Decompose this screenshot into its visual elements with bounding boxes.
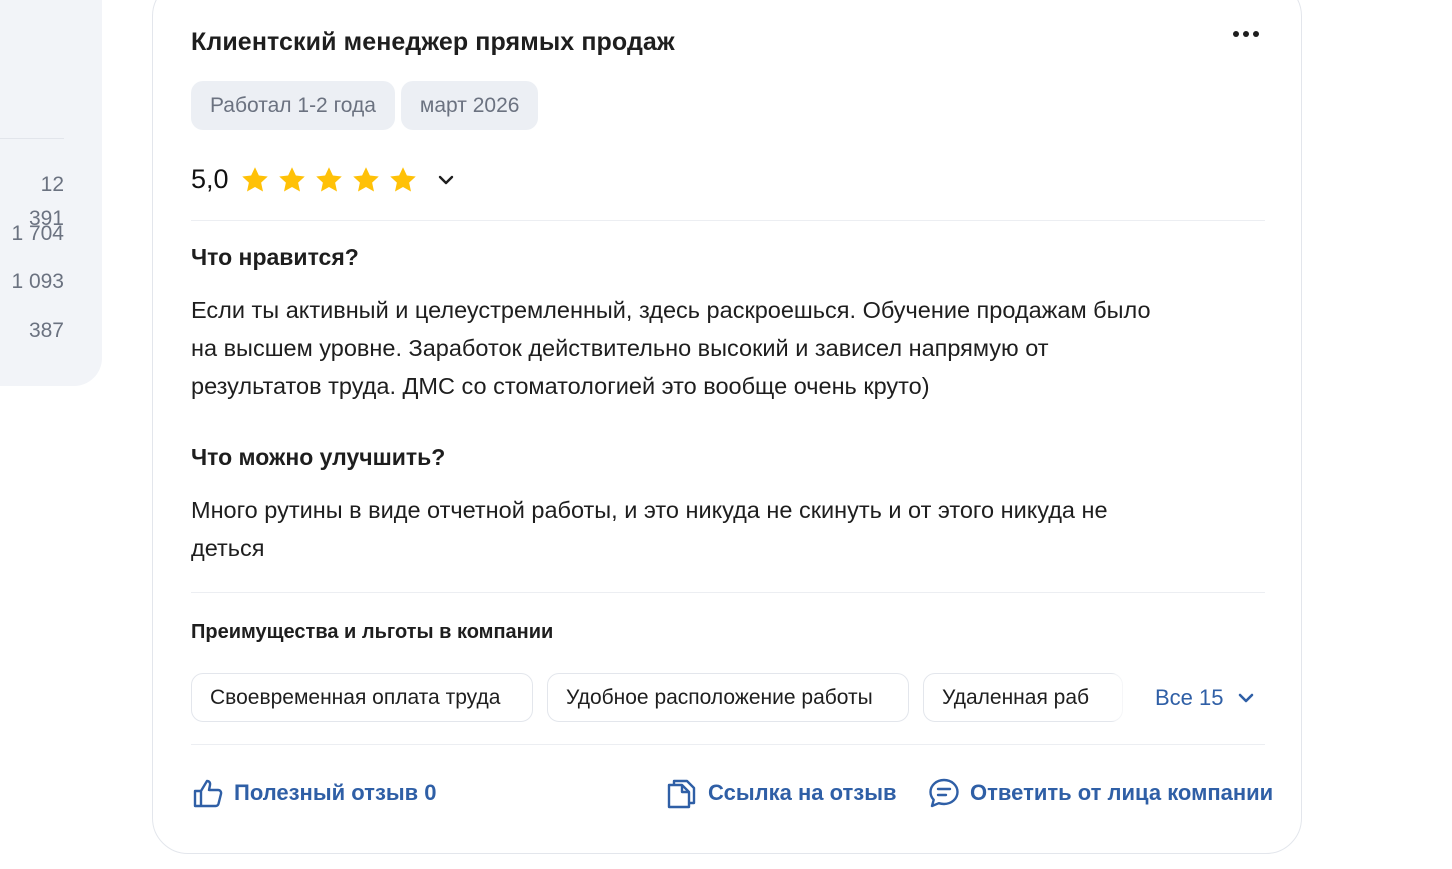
review-tags: Работал 1-2 года март 2026 bbox=[191, 81, 539, 130]
benefits-title: Преимущества и льготы в компании bbox=[191, 621, 554, 643]
review-actions: Полезный отзыв 0 Ссылка на отзыв Ответит… bbox=[191, 773, 1273, 813]
cons-line: Много рутины в виде отчетной работы, и э… bbox=[191, 497, 1108, 523]
rating-stars bbox=[240, 165, 418, 195]
cons-heading: Что можно улучшить? bbox=[191, 444, 446, 470]
rating-value: 5,0 bbox=[191, 164, 229, 194]
star-icon bbox=[389, 166, 416, 191]
divider bbox=[191, 220, 1265, 221]
benefit-chip: Своевременная оплата труда bbox=[191, 673, 533, 722]
chat-bubble-icon bbox=[929, 778, 959, 808]
cons-line: деться bbox=[191, 535, 265, 561]
sidebar-count: 1 704 bbox=[11, 221, 64, 245]
benefits-row: Своевременная оплата труда Удобное распо… bbox=[191, 673, 1265, 722]
show-all-benefits-button[interactable]: Все 15 bbox=[1155, 673, 1258, 722]
thumbs-up-icon bbox=[193, 779, 223, 808]
rating-row: 5,0 bbox=[191, 164, 458, 195]
pros-text: Если ты активный и целеустремленный, зде… bbox=[191, 291, 1265, 405]
star-icon bbox=[278, 166, 305, 191]
reply-as-company-button[interactable]: Ответить от лица компании bbox=[927, 773, 1273, 813]
pros-line: результатов труда. ДМС со стоматологией … bbox=[191, 373, 930, 399]
pros-heading: Что нравится? bbox=[191, 244, 359, 270]
benefit-chip: Удаленная раб bbox=[923, 673, 1123, 722]
chevron-down-icon bbox=[1238, 693, 1253, 702]
more-horizontal-icon[interactable] bbox=[1233, 31, 1259, 37]
show-all-label: Все 15 bbox=[1155, 684, 1224, 710]
divider bbox=[191, 744, 1265, 745]
useful-review-button[interactable]: Полезный отзыв 0 bbox=[191, 773, 437, 813]
sidebar-counts: 12 391 1 704 1 093 387 bbox=[0, 168, 64, 363]
benefits-fade bbox=[1096, 674, 1146, 721]
useful-review-label: Полезный отзыв 0 bbox=[234, 780, 437, 805]
chevron-down-icon[interactable] bbox=[434, 168, 458, 192]
star-icon bbox=[315, 166, 342, 191]
star-icon bbox=[241, 166, 268, 191]
reply-as-company-label: Ответить от лица компании bbox=[970, 780, 1274, 805]
review-title: Клиентский менеджер прямых продаж bbox=[191, 28, 675, 56]
experience-tag: Работал 1-2 года bbox=[191, 81, 395, 130]
review-link-button[interactable]: Ссылка на отзыв bbox=[665, 773, 897, 813]
review-link-label: Ссылка на отзыв bbox=[708, 780, 897, 805]
sidebar-count: 12 391 bbox=[28, 173, 64, 230]
sidebar-divider bbox=[0, 138, 64, 139]
copy-icon bbox=[667, 779, 696, 809]
cons-text: Много рутины в виде отчетной работы, и э… bbox=[191, 491, 1265, 567]
sidebar-count: 387 bbox=[28, 319, 64, 343]
divider bbox=[191, 592, 1265, 593]
pros-line: на высшем уровне. Заработок действительн… bbox=[191, 335, 1049, 361]
pros-line: Если ты активный и целеустремленный, зде… bbox=[191, 297, 1151, 323]
sidebar-count: 1 093 bbox=[11, 270, 64, 294]
star-icon bbox=[352, 166, 379, 191]
benefit-chip: Удобное расположение работы bbox=[547, 673, 909, 722]
review-card: Клиентский менеджер прямых продаж Работа… bbox=[152, 0, 1302, 854]
date-tag: март 2026 bbox=[400, 81, 539, 130]
